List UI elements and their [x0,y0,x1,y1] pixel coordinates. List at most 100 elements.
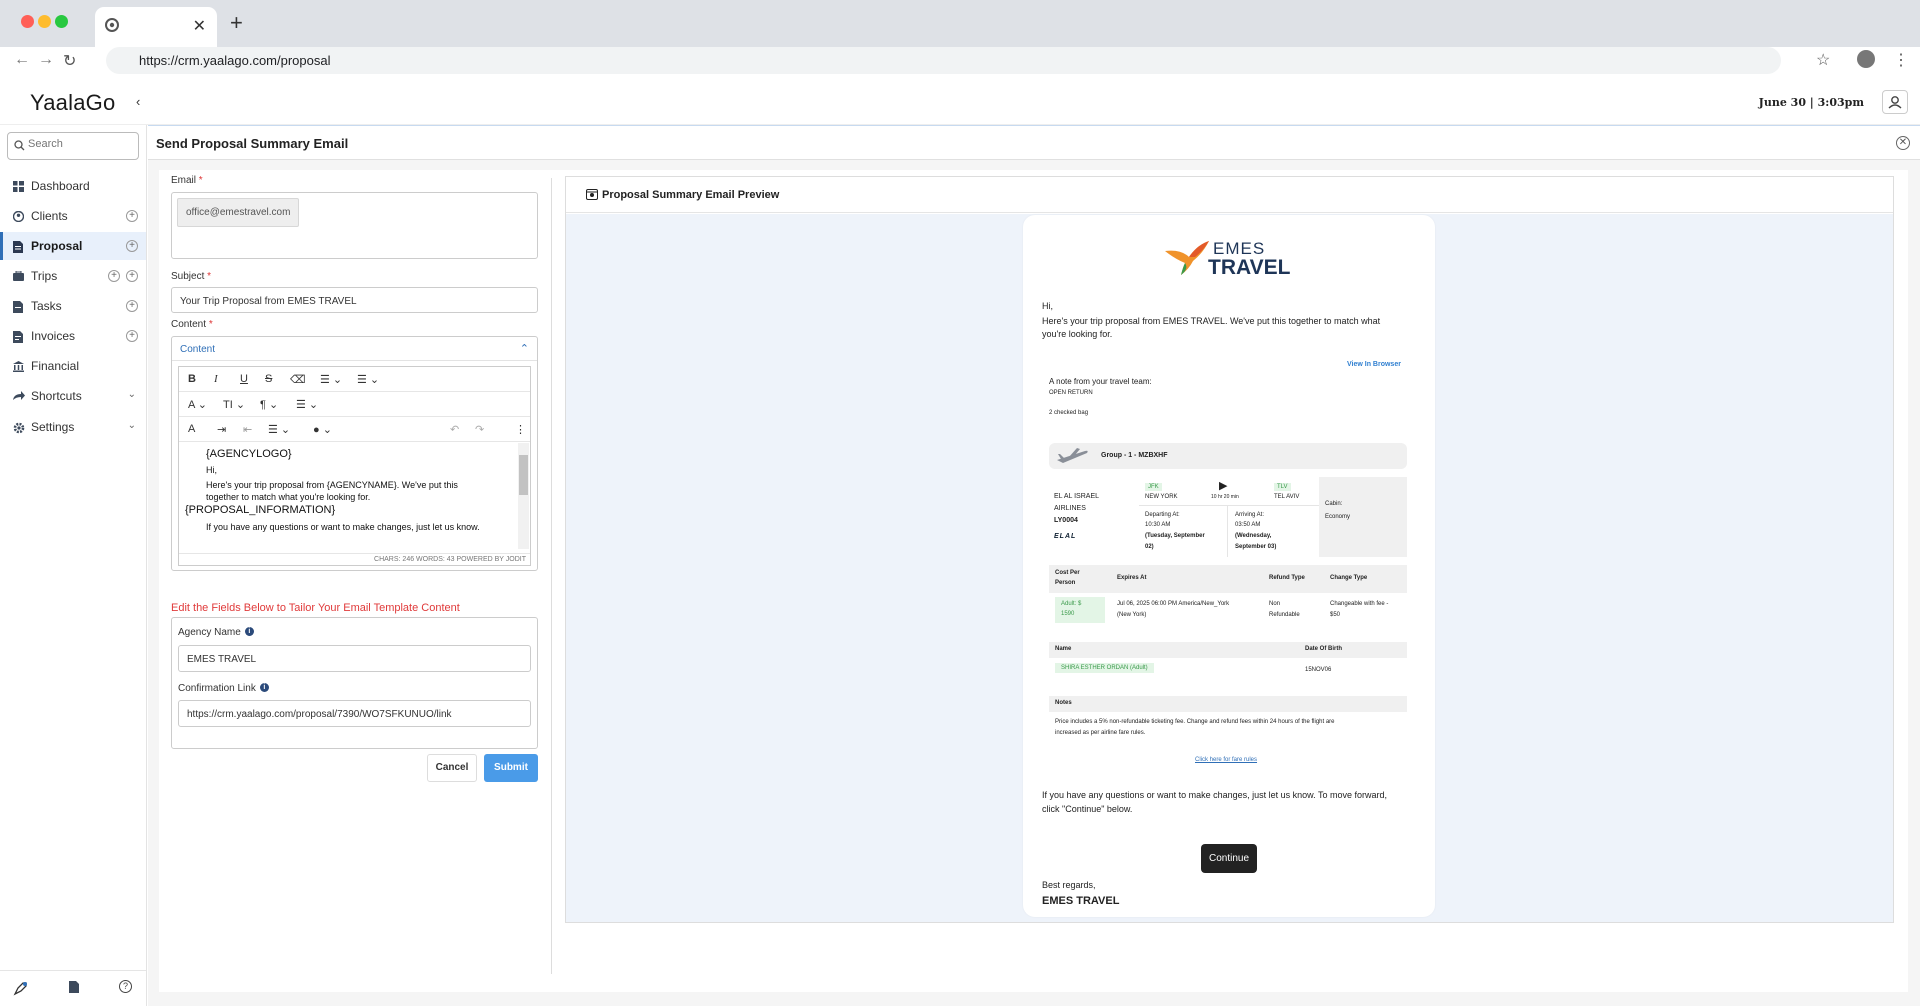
document-icon[interactable] [69,981,79,993]
add-client-icon[interactable]: + [126,210,138,222]
chrome-favicon-icon [105,18,119,32]
airline-name: AIRLINES [1054,505,1086,512]
scrollbar-thumb[interactable] [519,455,528,495]
view-in-browser-link[interactable]: View In Browser [1347,361,1401,368]
redo-icon[interactable]: ↷ [475,423,484,436]
email-chip[interactable]: office@emestravel.com [177,198,300,227]
strikethrough-icon[interactable]: S [265,373,272,385]
sidebar-item-financial[interactable]: Financial [0,352,146,380]
submit-button[interactable]: Submit [484,754,538,782]
subject-input[interactable]: Your Trip Proposal from EMES TRAVEL [171,287,538,313]
chevron-down-icon: ⌄ [127,420,136,431]
sidebar-item-tasks[interactable]: Tasks + [0,292,146,320]
italic-icon[interactable]: I [214,373,218,385]
agency-name-label: Agency Name i [178,627,254,638]
bold-icon[interactable]: B [188,373,196,385]
fare-rules-link[interactable]: Click here for fare rules [1195,757,1257,763]
address-bar-row: ← → ↻ https://crm.yaalago.com/proposal ☆… [0,47,1920,74]
app-logo[interactable]: YaalaGo [30,90,115,116]
maximize-window-button[interactable] [55,15,68,28]
brush-icon[interactable]: ● ⌄ [313,423,332,436]
share-arrow-icon [13,391,25,401]
preview-title: Proposal Summary Email Preview [602,189,780,201]
new-tab-icon[interactable]: + [230,12,243,34]
email-field[interactable]: office@emestravel.com [171,192,538,259]
editor-scrollbar[interactable] [518,443,529,549]
preview-body[interactable]: EMES TRAVEL Hi, Here's your trip proposa… [566,214,1893,922]
sidebar-item-label: Dashboard [31,179,90,193]
note-title: A note from your travel team: [1049,377,1152,386]
back-icon[interactable]: ← [14,51,30,69]
line-height-icon[interactable]: ☰ ⌄ [296,398,318,411]
refund-value: Non [1269,601,1281,607]
collapse-sidebar-icon[interactable]: ‹ [136,94,140,109]
sidebar-item-clients[interactable]: Clients + [0,202,146,230]
bookmark-star-icon[interactable]: ☆ [1816,50,1830,70]
font-size-icon[interactable]: TI ⌄ [223,398,245,411]
font-icon[interactable]: A ⌄ [188,398,207,411]
sidebar-item-proposal[interactable]: Proposal + [0,232,146,260]
paragraph-icon[interactable]: ¶ ⌄ [260,398,278,411]
add-trip-alt-icon[interactable]: + [126,270,138,282]
editor-line: Hi, [206,465,217,475]
sidebar-item-trips[interactable]: Trips + + [0,262,146,290]
app-header: YaalaGo ‹ June 30 | 3:03pm [0,82,1920,125]
more-options-icon[interactable]: ⋮ [515,423,526,436]
agency-logo: EMES TRAVEL [1163,239,1293,281]
outdent-icon[interactable]: ⇤ [243,423,252,436]
close-icon[interactable]: ✕ [1896,136,1910,150]
profile-icon[interactable] [1857,50,1875,68]
continue-button[interactable]: Continue [1201,844,1257,873]
sidebar-footer: ? [0,970,146,1006]
rocket-icon[interactable] [13,982,27,996]
content-section: Content ⌃ B I U S ⌫ ☰ ⌄ ☰ ⌄ A ⌄ TI ⌄ ¶ ⌄ [171,336,538,571]
agency-name-input[interactable]: EMES TRAVEL [178,645,531,672]
sidebar-item-invoices[interactable]: Invoices + [0,322,146,350]
sidebar-item-shortcuts[interactable]: Shortcuts ⌄ [0,382,146,410]
bullet-list-icon[interactable]: ☰ ⌄ [320,373,342,386]
align-icon[interactable]: ☰ ⌄ [268,423,290,436]
url-text: https://crm.yaalago.com/proposal [139,53,331,68]
url-field[interactable]: https://crm.yaalago.com/proposal [106,47,1781,74]
forward-icon[interactable]: → [38,51,54,69]
add-invoice-icon[interactable]: + [126,330,138,342]
editor-line: Here's your trip proposal from {AGENCYNA… [206,480,458,490]
indent-icon[interactable]: ⇥ [217,423,226,436]
content-section-title: Content [180,344,216,355]
spellcheck-icon[interactable]: A [188,423,195,435]
sidebar-item-label: Invoices [31,329,76,343]
arriving-date: September 03) [1235,544,1277,550]
sidebar-item-label: Trips [31,269,58,283]
close-tab-icon[interactable]: ✕ [193,16,206,36]
eraser-icon[interactable]: ⌫ [290,373,306,386]
numbered-list-icon[interactable]: ☰ ⌄ [357,373,379,386]
reload-icon[interactable]: ↻ [63,51,76,71]
cancel-button[interactable]: Cancel [427,754,477,782]
notes-text: Price includes a 5% non-refundable ticke… [1055,719,1335,725]
minimize-window-button[interactable] [38,15,51,28]
intro-line-2: you're looking for. [1042,329,1113,339]
confirmation-link-input[interactable]: https://crm.yaalago.com/proposal/7390/WO… [178,700,531,727]
add-proposal-icon[interactable]: + [126,240,138,252]
passenger-dob: 15NOV06 [1305,667,1332,673]
add-task-icon[interactable]: + [126,300,138,312]
sidebar-item-dashboard[interactable]: Dashboard [0,172,146,200]
tasks-icon [13,301,23,313]
search-field[interactable] [7,132,139,160]
add-trip-icon[interactable]: + [108,270,120,282]
search-input[interactable] [28,138,134,150]
close-window-button[interactable] [21,15,34,28]
underline-icon[interactable]: U [240,373,248,385]
flight-number: LY0004 [1054,517,1078,524]
undo-icon[interactable]: ↶ [450,423,459,436]
browser-tab[interactable]: ✕ [95,7,217,47]
notes-title: Notes [1055,700,1072,706]
user-menu-button[interactable] [1882,90,1908,114]
browser-menu-icon[interactable]: ⋮ [1893,50,1909,70]
content-section-header[interactable]: Content ⌃ [172,337,537,361]
help-icon[interactable]: ? [119,980,132,993]
editor-content[interactable]: {AGENCYLOGO} Hi, Here's your trip propos… [179,442,519,552]
invoices-icon [13,331,23,343]
sidebar-item-label: Clients [31,209,68,223]
sidebar-item-settings[interactable]: Settings ⌄ [0,413,146,441]
